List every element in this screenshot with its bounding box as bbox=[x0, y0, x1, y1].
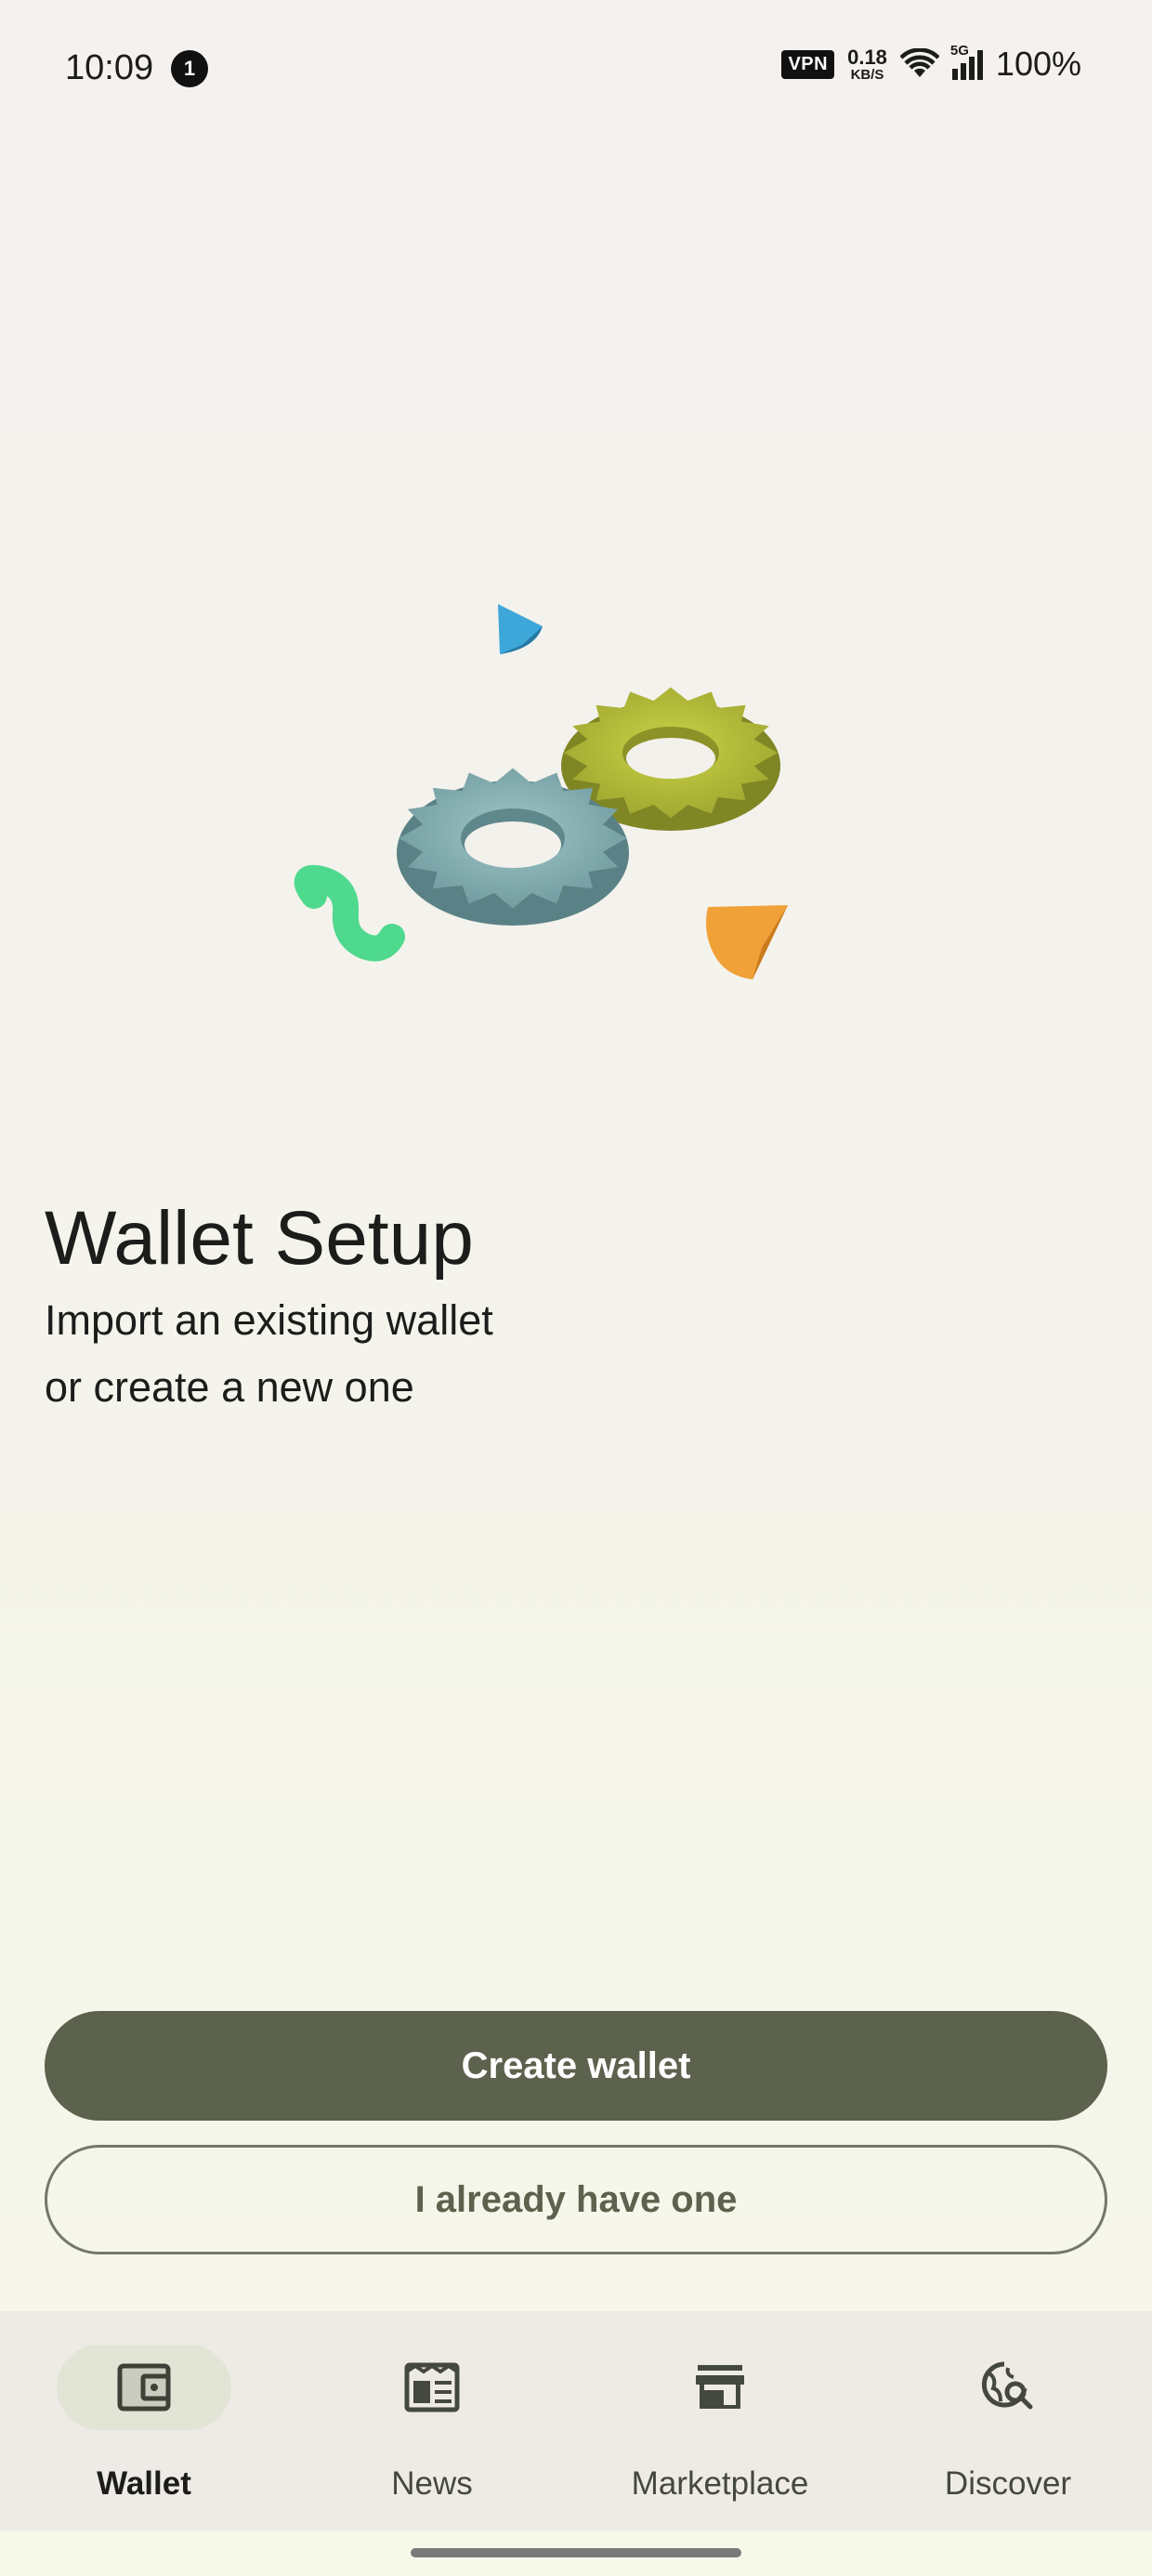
nav-item-discover[interactable]: Discover bbox=[864, 2311, 1152, 2530]
nav-label-wallet: Wallet bbox=[97, 2465, 191, 2502]
create-wallet-label: Create wallet bbox=[461, 2044, 691, 2086]
page-subtitle: Import an existing wallet or create a ne… bbox=[45, 1296, 493, 1411]
cellular-signal-icon: 5G bbox=[950, 43, 983, 80]
nav-label-discover: Discover bbox=[944, 2465, 1072, 2502]
network-type-label: 5G bbox=[949, 43, 969, 59]
travel-explore-icon bbox=[981, 2361, 1033, 2410]
network-speed-value: 0.18 bbox=[847, 45, 887, 69]
nav-label-news: News bbox=[391, 2465, 473, 2502]
wallet-icon bbox=[117, 2363, 171, 2412]
vpn-icon: VPN bbox=[781, 49, 835, 79]
nav-item-wallet[interactable]: Wallet bbox=[0, 2311, 288, 2530]
gears-illustration bbox=[279, 585, 818, 1004]
network-speed-unit: KB/S bbox=[850, 66, 884, 83]
news-icon bbox=[404, 2362, 460, 2412]
bottom-navigation: Wallet News Marketplace Discover bbox=[0, 2311, 1152, 2530]
orange-cone-shape bbox=[706, 905, 788, 979]
status-time: 10:09 bbox=[65, 48, 154, 87]
active-indicator bbox=[57, 2345, 231, 2430]
import-wallet-label: I already have one bbox=[414, 2178, 738, 2220]
nav-item-marketplace[interactable]: Marketplace bbox=[576, 2311, 864, 2530]
battery-level: 100% bbox=[995, 45, 1081, 83]
storefront-icon bbox=[696, 2365, 744, 2409]
page-title: Wallet Setup bbox=[45, 1196, 474, 1281]
network-speed: 0.18 KB/S bbox=[847, 45, 887, 83]
nav-item-news[interactable]: News bbox=[288, 2311, 576, 2530]
gesture-handle[interactable] bbox=[411, 2548, 741, 2557]
status-icons: VPN 0.18 KB/S 5G 100% bbox=[781, 43, 1081, 84]
blue-cone-shape bbox=[498, 604, 543, 654]
nav-label-marketplace: Marketplace bbox=[631, 2465, 809, 2502]
notification-badge: 1 bbox=[171, 50, 208, 87]
status-bar: 10:09 1 VPN 0.18 KB/S 5G 100% bbox=[0, 0, 1152, 139]
green-squiggle-shape bbox=[294, 864, 405, 962]
wifi-icon bbox=[899, 48, 939, 77]
import-wallet-button[interactable]: I already have one bbox=[45, 2145, 1107, 2254]
create-wallet-button[interactable]: Create wallet bbox=[45, 2011, 1107, 2121]
